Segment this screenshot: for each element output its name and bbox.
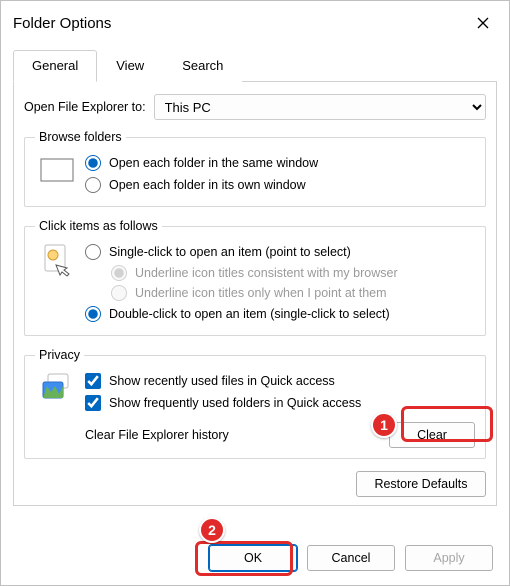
radio-same-window-input[interactable]	[85, 155, 101, 171]
check-recent-files[interactable]: Show recently used files in Quick access	[85, 370, 475, 392]
privacy-icon	[35, 370, 79, 410]
check-frequent-folders-input[interactable]	[85, 395, 101, 411]
check-recent-files-input[interactable]	[85, 373, 101, 389]
tab-search[interactable]: Search	[163, 50, 242, 82]
clear-history-label: Clear File Explorer history	[85, 428, 379, 442]
radio-double-click-input[interactable]	[85, 306, 101, 322]
radio-single-click[interactable]: Single-click to open an item (point to s…	[85, 241, 475, 263]
tab-view[interactable]: View	[97, 50, 163, 82]
close-icon[interactable]	[469, 9, 497, 37]
check-frequent-folders-label: Show frequently used folders in Quick ac…	[109, 396, 361, 410]
radio-underline-point: Underline icon titles only when I point …	[111, 283, 475, 303]
radio-underline-browser-label: Underline icon titles consistent with my…	[135, 266, 398, 280]
cancel-button[interactable]: Cancel	[307, 545, 395, 571]
tab-panel-general: Open File Explorer to: This PC Browse fo…	[13, 82, 497, 506]
radio-same-window-label: Open each folder in the same window	[109, 156, 318, 170]
radio-single-click-input[interactable]	[85, 244, 101, 260]
browse-folders-legend: Browse folders	[35, 130, 126, 144]
open-to-label: Open File Explorer to:	[24, 100, 146, 114]
radio-same-window[interactable]: Open each folder in the same window	[85, 152, 475, 174]
ok-button[interactable]: OK	[209, 545, 297, 571]
radio-underline-point-label: Underline icon titles only when I point …	[135, 286, 387, 300]
apply-button: Apply	[405, 545, 493, 571]
privacy-group: Privacy Show recently used files in Quic…	[24, 348, 486, 459]
radio-double-click[interactable]: Double-click to open an item (single-cli…	[85, 303, 475, 325]
restore-defaults-button[interactable]: Restore Defaults	[356, 471, 486, 497]
radio-double-click-label: Double-click to open an item (single-cli…	[109, 307, 390, 321]
radio-underline-browser-input	[111, 265, 127, 281]
radio-own-window-label: Open each folder in its own window	[109, 178, 306, 192]
check-recent-files-label: Show recently used files in Quick access	[109, 374, 335, 388]
browse-folder-icon	[35, 152, 79, 192]
titlebar: Folder Options	[1, 1, 509, 43]
dialog-window: Folder Options General View Search Open …	[0, 0, 510, 586]
clear-button[interactable]: Clear	[389, 422, 475, 448]
window-title: Folder Options	[13, 15, 469, 32]
radio-own-window-input[interactable]	[85, 177, 101, 193]
tab-general[interactable]: General	[13, 50, 97, 82]
radio-own-window[interactable]: Open each folder in its own window	[85, 174, 475, 196]
radio-single-click-label: Single-click to open an item (point to s…	[109, 245, 351, 259]
browse-folders-group: Browse folders Open each folder in the s…	[24, 130, 486, 207]
cursor-icon	[35, 241, 79, 281]
click-items-group: Click items as follows Single-click to o…	[24, 219, 486, 336]
open-to-select[interactable]: This PC	[154, 94, 486, 120]
radio-underline-point-input	[111, 285, 127, 301]
radio-underline-browser: Underline icon titles consistent with my…	[111, 263, 475, 283]
privacy-legend: Privacy	[35, 348, 84, 362]
dialog-button-row: OK Cancel Apply 2	[1, 535, 509, 585]
tabstrip: General View Search	[13, 49, 497, 82]
click-items-legend: Click items as follows	[35, 219, 162, 233]
check-frequent-folders[interactable]: Show frequently used folders in Quick ac…	[85, 392, 475, 414]
